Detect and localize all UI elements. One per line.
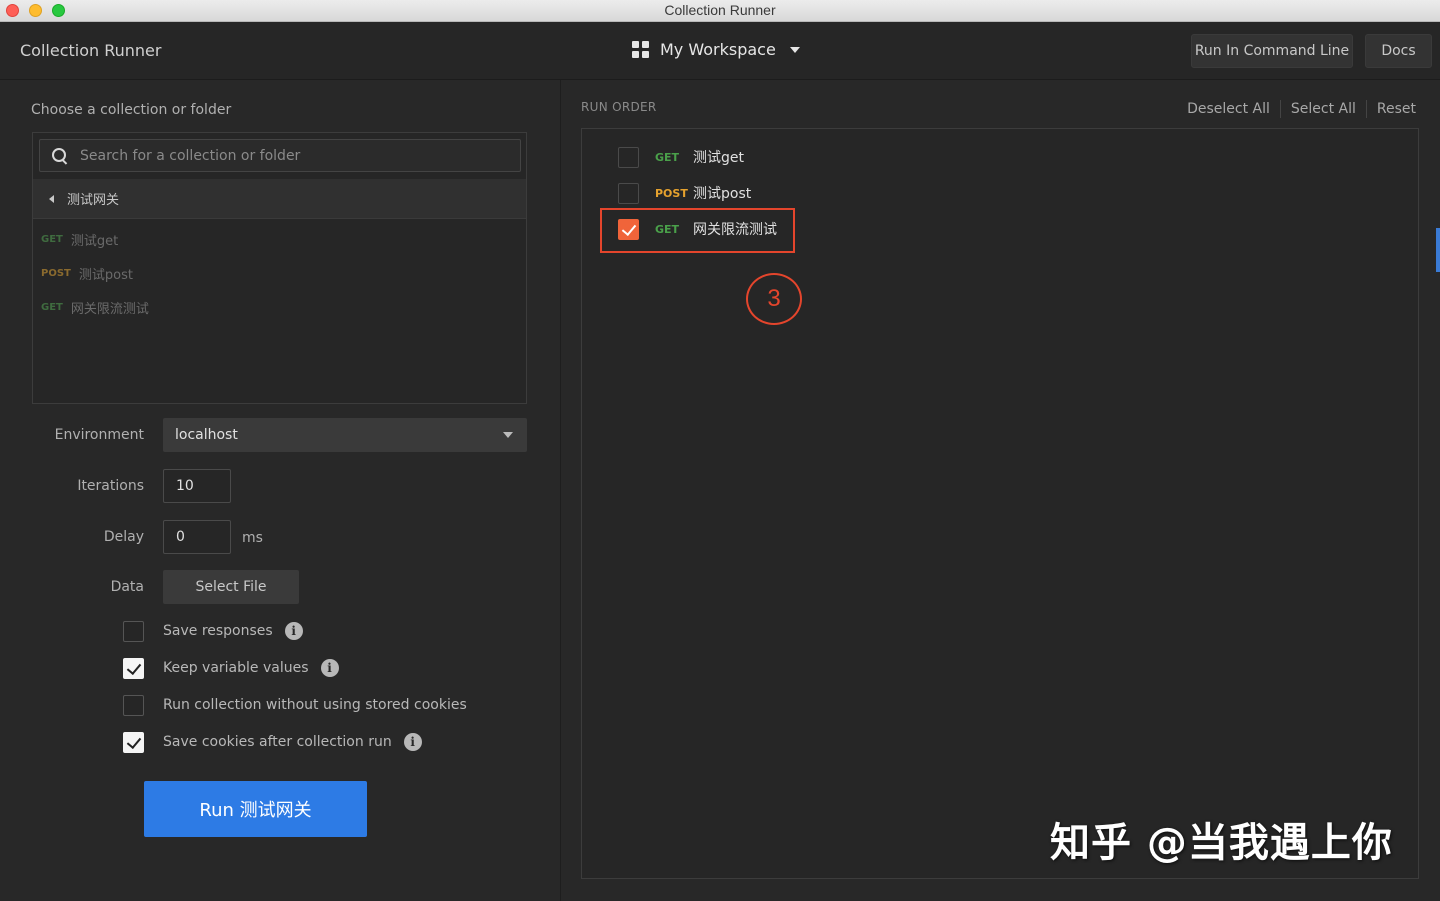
reset-link[interactable]: Reset [1377,101,1416,117]
method-badge: GET [41,233,63,245]
run-in-command-line-button[interactable]: Run In Command Line [1191,34,1353,68]
option-label: Run collection without using stored cook… [163,697,467,713]
table-row[interactable]: GET 测试get [618,146,744,168]
option-save-responses: Save responses i [123,620,303,642]
environment-label: Environment [54,427,144,443]
method-badge: POST [41,267,71,279]
request-checkbox[interactable] [618,146,639,168]
environment-value: localhost [175,427,238,443]
method-badge: POST [655,186,688,200]
search-box [39,139,521,172]
option-keep-variable-values: Keep variable values i [123,657,339,679]
delay-unit: ms [242,530,263,546]
workspace-grid-icon [632,40,650,59]
annotation-highlight-box [600,208,795,253]
list-item[interactable]: POST 测试post [41,263,133,283]
list-item[interactable]: GET 网关限流测试 [41,297,149,317]
choose-collection-label: Choose a collection or folder [31,102,232,118]
list-item[interactable]: GET 测试get [41,229,118,249]
run-order-list: GET 测试get POST 测试post GET 网关限流测试 3 [581,128,1419,879]
request-name: 测试post [78,267,133,283]
divider [1365,100,1367,118]
option-no-stored-cookies: Run collection without using stored cook… [123,694,467,716]
option-label: Save cookies after collection run [163,734,392,750]
data-label: Data [110,579,144,595]
folder-back-row[interactable]: 测试网关 [33,179,526,219]
no-stored-cookies-checkbox[interactable] [123,694,144,716]
chevron-down-icon [503,432,513,438]
environment-select[interactable]: localhost [163,418,527,452]
run-order-panel: RUN ORDER Deselect All Select All Reset … [562,80,1440,901]
docs-button[interactable]: Docs [1365,34,1432,68]
iterations-input[interactable] [163,469,231,503]
info-icon[interactable]: i [284,622,303,640]
scrollbar[interactable] [1436,228,1440,272]
workspace-label: My Workspace [660,40,776,59]
search-icon [52,147,68,164]
method-badge: GET [41,301,63,313]
window-title: Collection Runner [664,2,776,18]
delay-label: Delay [103,529,144,545]
deselect-all-link[interactable]: Deselect All [1187,101,1270,117]
annotation-step-number: 3 [746,273,802,325]
app-header: Collection Runner My Workspace Run In Co… [0,22,1440,80]
delay-input[interactable] [163,520,231,554]
request-name: 测试post [693,186,752,202]
collection-browser: 测试网关 GET 测试get POST 测试post GET 网关限流测试 [32,132,527,404]
option-save-cookies: Save cookies after collection run i [123,731,422,753]
request-name: 测试get [693,150,744,166]
select-all-link[interactable]: Select All [1291,101,1356,117]
chevron-left-icon [49,194,54,203]
request-checkbox[interactable] [618,182,639,204]
keep-variable-values-checkbox[interactable] [123,657,144,679]
run-collection-button[interactable]: Run 测试网关 [144,781,367,837]
request-name: 测试get [70,233,119,249]
watermark-text: 知乎 @当我遇上你 [1050,820,1393,866]
request-name: 网关限流测试 [70,301,149,317]
workspace-switcher[interactable]: My Workspace [632,40,800,59]
window-titlebar: Collection Runner [0,0,1440,22]
folder-name: 测试网关 [67,193,120,208]
app-title: Collection Runner [20,41,162,60]
search-input[interactable] [80,147,500,164]
table-row[interactable]: POST 测试post [618,182,751,204]
select-file-button[interactable]: Select File [163,570,299,604]
option-label: Save responses [163,623,273,639]
save-cookies-checkbox[interactable] [123,731,144,753]
save-responses-checkbox[interactable] [123,620,144,642]
divider [1279,100,1281,118]
option-label: Keep variable values [163,660,309,676]
info-icon[interactable]: i [403,733,422,751]
chevron-down-icon [789,46,800,53]
run-order-actions: Deselect All Select All Reset [1187,100,1416,118]
run-order-heading: RUN ORDER [581,100,657,114]
iterations-label: Iterations [77,478,144,494]
method-badge: GET [655,150,680,164]
runner-config-panel: Choose a collection or folder 测试网关 GET 测… [0,80,561,901]
info-icon[interactable]: i [320,659,339,677]
